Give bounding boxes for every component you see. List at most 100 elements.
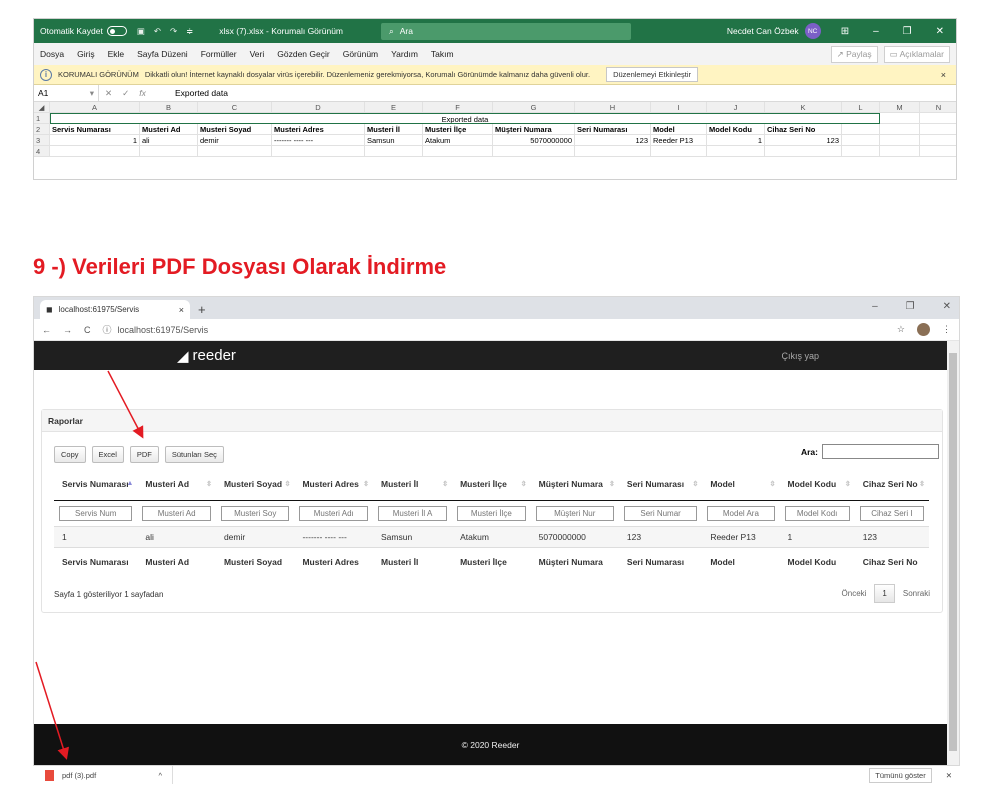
cell[interactable] (272, 146, 365, 157)
undo-icon[interactable]: ↶ (154, 26, 161, 37)
row-header[interactable]: 1 (34, 113, 50, 124)
menu-veri[interactable]: Veri (250, 49, 265, 59)
download-item[interactable]: pdf (3).pdf ^ (33, 766, 173, 784)
col-header[interactable]: K (765, 102, 842, 113)
minimize-icon[interactable]: – (872, 301, 878, 312)
col-header[interactable]: C (198, 102, 272, 113)
col-header[interactable]: N (920, 102, 956, 113)
check-icon[interactable]: ✓ (122, 88, 129, 99)
pdf-button[interactable]: PDF (129, 446, 159, 463)
filter-input[interactable] (859, 505, 924, 521)
filter-input[interactable] (784, 505, 850, 521)
menu-ekle[interactable]: Ekle (108, 49, 125, 59)
cell[interactable]: 1 (707, 135, 765, 146)
col-header-musteri-numara[interactable]: Müşteri Numara ⇳ (530, 468, 619, 501)
autosave-toggle[interactable] (106, 26, 127, 36)
cell[interactable] (920, 113, 956, 124)
col-header[interactable]: F (423, 102, 493, 113)
menu-dosya[interactable]: Dosya (40, 49, 64, 59)
logout-link[interactable]: Çıkış yap (781, 351, 819, 361)
close-tab-icon[interactable]: × (179, 305, 184, 315)
cell[interactable] (880, 124, 920, 135)
row-header[interactable]: 4 (34, 146, 50, 157)
next-page-button[interactable]: Sonraki (903, 589, 930, 598)
copy-button[interactable]: Copy (54, 446, 86, 463)
filter-input[interactable] (59, 505, 133, 521)
cell[interactable] (365, 146, 423, 157)
back-icon[interactable]: ← (42, 325, 51, 335)
customize-icon[interactable]: ≑ (186, 26, 193, 37)
cell[interactable] (842, 135, 880, 146)
cell[interactable] (920, 124, 956, 135)
comments-button[interactable]: ▭ Açıklamalar (883, 45, 950, 63)
enable-editing-button[interactable]: Düzenlemeyi Etkinleştir (606, 67, 699, 82)
excel-button[interactable]: Excel (91, 446, 124, 463)
minimize-icon[interactable]: – (873, 26, 879, 37)
filter-input[interactable] (142, 505, 211, 521)
redo-icon[interactable]: ↷ (170, 26, 177, 37)
menu-gozden-gecir[interactable]: Gözden Geçir (277, 49, 329, 59)
column-visibility-button[interactable]: Sütunları Seç (164, 446, 224, 463)
cell[interactable] (50, 146, 140, 157)
filter-input[interactable] (535, 505, 614, 521)
cell[interactable] (920, 146, 956, 157)
maximize-icon[interactable]: ❐ (906, 301, 915, 312)
info-icon[interactable]: ⓘ (103, 323, 112, 336)
cell[interactable] (198, 146, 272, 157)
close-icon[interactable]: ✕ (943, 301, 951, 312)
menu-takim[interactable]: Takım (431, 49, 454, 59)
chevron-down-icon[interactable]: ▾ (90, 88, 94, 99)
cell[interactable]: 1 (50, 135, 140, 146)
filter-input[interactable] (623, 505, 698, 521)
menu-formuller[interactable]: Formüller (201, 49, 237, 59)
fx-icon[interactable]: fx (139, 88, 146, 99)
formula-input[interactable]: Exported data (169, 88, 228, 98)
close-icon[interactable]: ✕ (936, 26, 944, 37)
col-header-model[interactable]: Model ⇳ (702, 468, 780, 501)
menu-kebab-icon[interactable]: ⋮ (942, 324, 951, 335)
merged-title-cell[interactable]: Exported data (50, 113, 880, 124)
reload-icon[interactable]: C (84, 325, 91, 335)
cell[interactable]: Servis Numarası (50, 124, 140, 135)
excel-search-box[interactable]: ⌕ Ara (381, 22, 631, 40)
cell[interactable] (880, 113, 920, 124)
select-all-corner[interactable]: ◢ (34, 102, 50, 113)
cancel-icon[interactable]: ✕ (105, 88, 112, 99)
col-header[interactable]: A (50, 102, 140, 113)
file-title[interactable]: xlsx (7).xlsx - Korumalı Görünüm (219, 26, 343, 36)
url-field[interactable]: ⓘ localhost:61975/Servis (103, 323, 209, 336)
cell[interactable] (140, 146, 198, 157)
cell[interactable]: Musteri İlçe (423, 124, 493, 135)
col-header-servis-numarasi[interactable]: Servis Numarası ▲ (54, 468, 138, 501)
row-header[interactable]: 2 (34, 124, 50, 135)
autosave[interactable]: Otomatik Kaydet (40, 26, 127, 36)
restore-icon[interactable]: ❐ (903, 26, 912, 37)
cell[interactable]: Model (651, 124, 707, 135)
ribbon-display-icon[interactable]: ⊞ (841, 26, 849, 37)
show-all-button[interactable]: Tümünü göster (869, 767, 932, 783)
share-button[interactable]: ↗ Paylaş (830, 45, 878, 63)
cell[interactable]: Reeder P13 (651, 135, 707, 146)
cell[interactable] (493, 146, 575, 157)
chevron-up-icon[interactable]: ^ (158, 771, 162, 780)
cell[interactable]: ali (140, 135, 198, 146)
profile-avatar[interactable] (917, 323, 930, 336)
cell[interactable] (765, 146, 842, 157)
col-header[interactable]: D (272, 102, 365, 113)
cell[interactable] (575, 146, 651, 157)
cell[interactable]: Musteri Soyad (198, 124, 272, 135)
filter-input[interactable] (299, 505, 368, 521)
row-header[interactable]: 3 (34, 135, 50, 146)
cell[interactable] (920, 135, 956, 146)
col-header[interactable]: I (651, 102, 707, 113)
filter-input[interactable] (220, 505, 290, 521)
col-header[interactable]: E (365, 102, 423, 113)
cell[interactable]: Model Kodu (707, 124, 765, 135)
new-tab-button[interactable]: + (198, 300, 206, 319)
filter-input[interactable] (457, 505, 526, 521)
cell[interactable]: Musteri Ad (140, 124, 198, 135)
cell[interactable]: Atakum (423, 135, 493, 146)
cell[interactable]: Cihaz Seri No (765, 124, 842, 135)
col-header[interactable]: H (575, 102, 651, 113)
browser-tab[interactable]: ◼ localhost:61975/Servis × (40, 300, 190, 319)
